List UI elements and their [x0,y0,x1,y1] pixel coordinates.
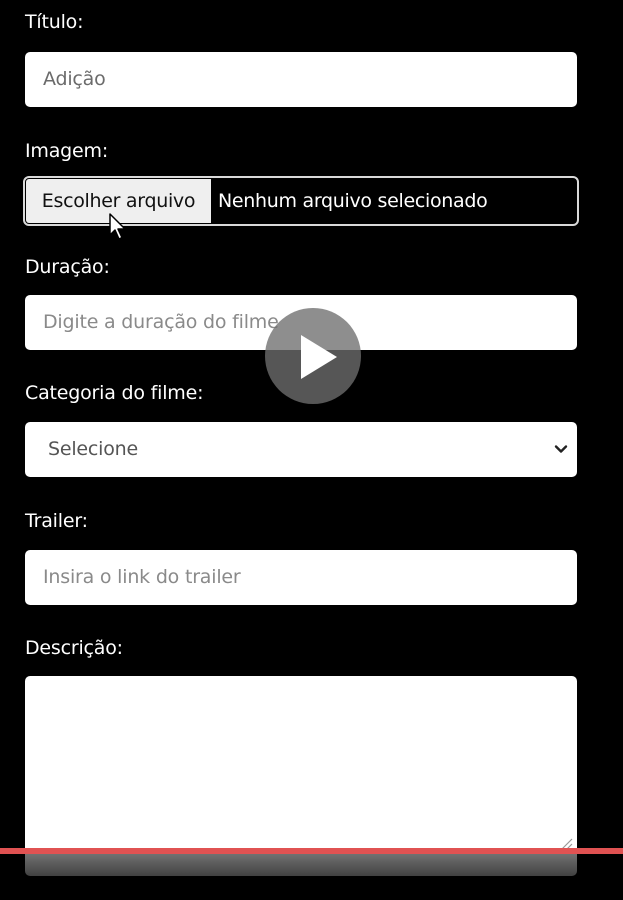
trailer-input[interactable]: Insira o link do trailer [25,550,577,605]
play-icon [301,335,337,379]
descricao-textarea[interactable] [25,676,577,876]
titulo-input-value: Adição [43,68,106,90]
play-button[interactable] [265,308,361,404]
mouse-cursor-icon [109,213,126,240]
categoria-selected-value: Selecione [48,438,138,460]
imagem-label: Imagem: [25,140,109,162]
trailer-label: Trailer: [25,510,88,532]
categoria-select[interactable]: Selecione [25,422,577,477]
duracao-placeholder: Digite a duração do filme [43,311,279,333]
file-status-text: Nenhum arquivo selecionado [218,190,488,212]
descricao-label: Descrição: [25,637,123,659]
chevron-down-icon [554,445,568,453]
duracao-label: Duração: [25,256,110,278]
video-progress-bar[interactable] [0,848,623,854]
imagem-file-input[interactable]: Escolher arquivo Nenhum arquivo selecion… [23,176,579,226]
categoria-label: Categoria do filme: [25,382,204,404]
titulo-label: Título: [25,11,84,33]
player-bottom-shade [0,853,623,900]
titulo-input[interactable]: Adição [25,52,577,107]
trailer-placeholder: Insira o link do trailer [43,566,241,588]
movie-form-page: Título: Adição Imagem: Escolher arquivo … [0,0,623,900]
